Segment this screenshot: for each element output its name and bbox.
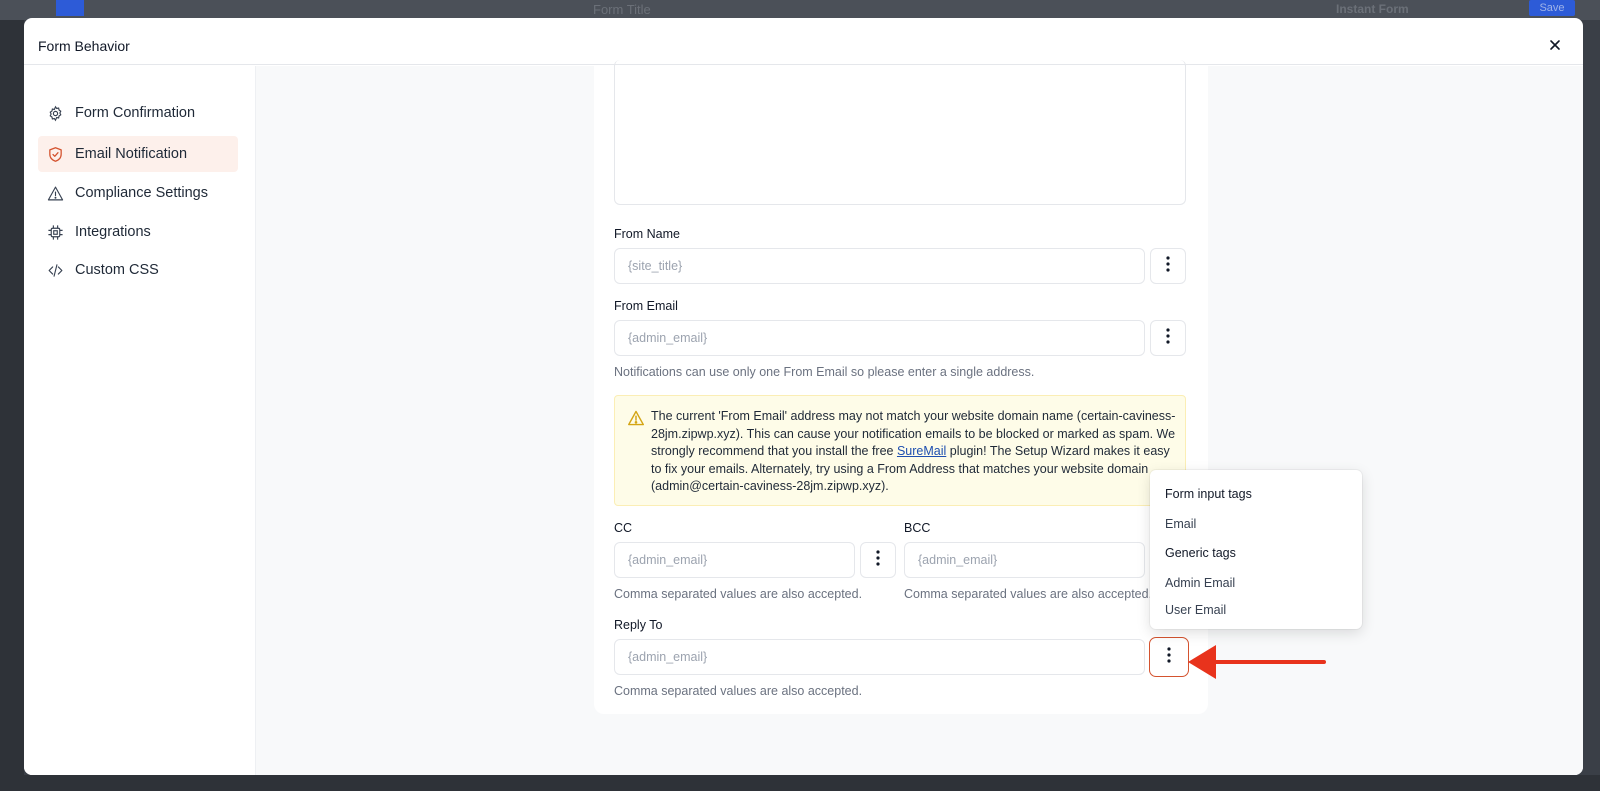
from-name-tags-button[interactable]	[1150, 248, 1186, 284]
bcc-label: BCC	[904, 521, 931, 535]
sidebar-item-email-notification[interactable]: Email Notification	[38, 136, 238, 172]
editor-left-panel	[0, 20, 24, 791]
editor-form-title: Form Title	[593, 2, 651, 17]
tag-option-admin-email[interactable]: Admin Email	[1165, 576, 1235, 590]
bcc-help: Comma separated values are also accepted…	[904, 587, 1153, 601]
warning-icon	[627, 410, 645, 431]
add-block-button[interactable]	[56, 0, 84, 16]
sidebar-item-form-confirmation[interactable]: Form Confirmation	[38, 95, 238, 131]
cc-label: CC	[614, 521, 633, 535]
from-name-label: From Name	[614, 227, 680, 241]
settings-content: From Name {site_title} From Email {admin…	[256, 60, 1583, 775]
chip-icon	[46, 223, 64, 241]
from-name-input[interactable]: {site_title}	[614, 248, 1145, 284]
modal-title: Form Behavior	[38, 38, 130, 54]
modal-header: Form Behavior	[24, 18, 1583, 65]
generic-tags-heading: Generic tags	[1165, 546, 1236, 560]
suremail-link[interactable]: SureMail	[897, 444, 946, 458]
bcc-input[interactable]: {admin_email}	[904, 542, 1145, 578]
warning-text: The current 'From Email' address may not…	[651, 408, 1179, 496]
close-icon[interactable]	[1547, 37, 1563, 53]
domain-warning-notice: The current 'From Email' address may not…	[614, 395, 1186, 506]
reply-to-input[interactable]: {admin_email}	[614, 639, 1145, 675]
cc-help: Comma separated values are also accepted…	[614, 587, 863, 601]
instant-form-toggle[interactable]: Instant Form	[1336, 2, 1409, 16]
from-email-input[interactable]: {admin_email}	[614, 320, 1145, 356]
tag-option-email[interactable]: Email	[1165, 517, 1196, 531]
from-email-tags-button[interactable]	[1150, 320, 1186, 356]
from-email-help: Notifications can use only one From Emai…	[614, 365, 1035, 379]
more-vertical-icon	[1167, 646, 1171, 668]
sidebar-item-label: Form Confirmation	[75, 105, 196, 121]
cc-input[interactable]: {admin_email}	[614, 542, 855, 578]
smart-tags-dropdown: Form input tags Email Generic tags Admin…	[1150, 470, 1362, 629]
cc-tags-button[interactable]	[860, 542, 896, 578]
warning-icon	[46, 184, 64, 202]
reply-to-label: Reply To	[614, 618, 663, 632]
sidebar-item-custom-css[interactable]: Custom CSS	[38, 252, 238, 288]
sidebar-item-label: Custom CSS	[75, 262, 159, 278]
sidebar-item-label: Email Notification	[75, 146, 188, 162]
reply-to-help: Comma separated values are also accepted…	[614, 684, 863, 698]
more-vertical-icon	[1166, 255, 1170, 277]
sidebar-item-label: Compliance Settings	[75, 185, 208, 201]
more-vertical-icon	[1166, 327, 1170, 349]
form-input-tags-heading: Form input tags	[1165, 487, 1252, 501]
reply-to-tags-button[interactable]	[1149, 637, 1189, 677]
shield-icon	[46, 145, 64, 163]
editor-bottom-strip	[0, 775, 1600, 791]
from-email-label: From Email	[614, 299, 678, 313]
annotation-arrow-icon	[1188, 645, 1326, 679]
sidebar-item-compliance-settings[interactable]: Compliance Settings	[38, 175, 238, 211]
email-notification-card: From Name {site_title} From Email {admin…	[594, 60, 1208, 714]
sidebar-item-integrations[interactable]: Integrations	[38, 214, 238, 250]
more-vertical-icon	[876, 549, 880, 571]
sidebar-item-label: Integrations	[75, 224, 151, 240]
editor-topbar: Form Title Instant Form Save	[0, 0, 1600, 20]
tag-option-user-email[interactable]: User Email	[1165, 603, 1226, 617]
email-body-editor[interactable]	[614, 60, 1186, 205]
settings-sidebar: Form Confirmation Email Notification Com…	[24, 66, 256, 775]
form-behavior-modal: Form Behavior Form Confirmation Email No…	[24, 18, 1583, 775]
code-icon	[46, 261, 64, 279]
editor-save-button[interactable]: Save	[1529, 0, 1575, 16]
gear-icon	[46, 104, 64, 122]
